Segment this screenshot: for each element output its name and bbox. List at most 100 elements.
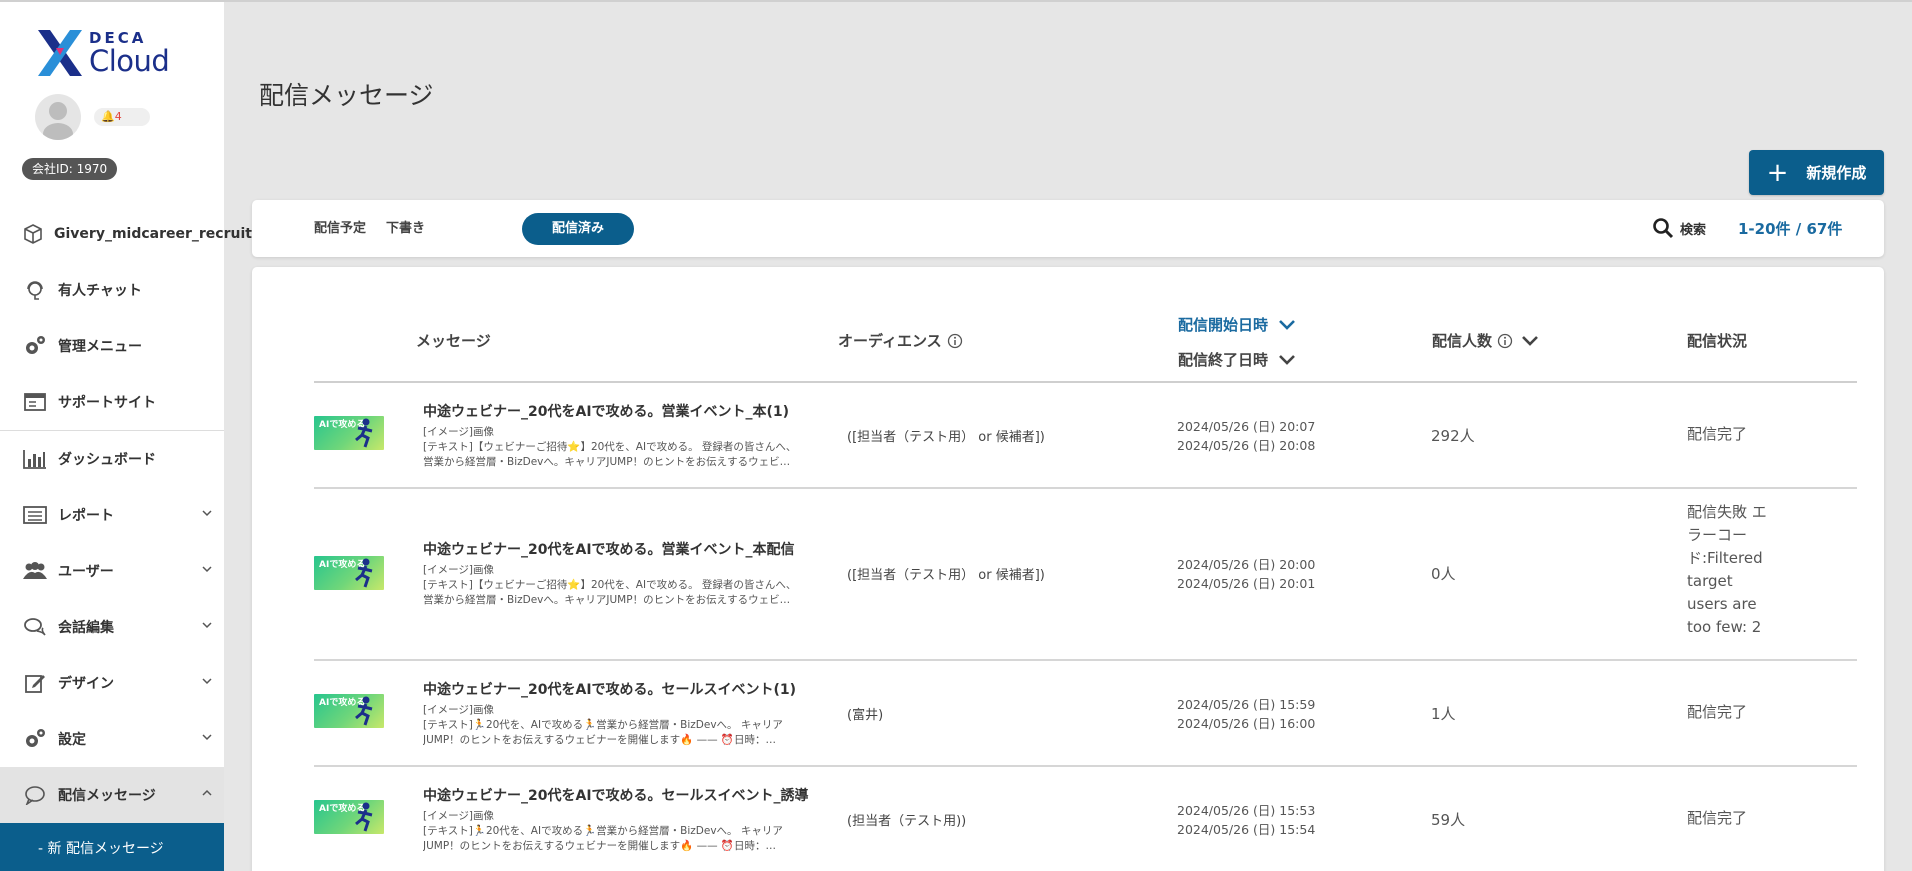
message-line: [イメージ]画像 <box>423 810 494 822</box>
pagination-count: 1-20件 / 67件 <box>1738 220 1843 238</box>
chevron-down-icon <box>202 678 212 685</box>
header-count-label: 配信人数 <box>1432 332 1493 350</box>
header-end-date[interactable]: 配信終了日時 <box>1178 349 1296 370</box>
message-cell: 中途ウェビナー_20代をAIで攻める。セールスイベント_誘導 [イメージ]画像 … <box>423 785 823 854</box>
header-count[interactable]: 配信人数 <box>1432 330 1539 351</box>
sidebar-item-design[interactable]: デザイン <box>0 655 224 711</box>
message-line: JUMP！のヒントをお伝えするウェビナーを開催します🔥 —— ⏰日時：… <box>423 840 776 852</box>
table-row[interactable]: AIで攻める 中途ウェビナー_20代をAIで攻める。営業イベント_本配信 [イメ… <box>314 489 1857 661</box>
gears-icon <box>22 726 48 752</box>
chevron-down-icon <box>202 566 212 573</box>
sidebar-item-conversation[interactable]: 会話編集 <box>0 599 224 655</box>
sidebar-item-report[interactable]: レポート <box>0 487 224 543</box>
message-line: [テキスト]🏃20代を、AIで攻める🏃営業から経営層・BizDevへ。 キャリア <box>423 825 783 837</box>
sidebar-item-label: 設定 <box>58 732 86 748</box>
message-thumbnail: AIで攻める <box>314 800 384 834</box>
user-silhouette-icon <box>43 102 73 140</box>
tab-scheduled[interactable]: 配信予定 <box>300 213 380 245</box>
sidebar-subitem-new-broadcast[interactable]: - 新 配信メッセージ <box>0 823 224 871</box>
sidebar-item-broadcast[interactable]: 配信メッセージ <box>0 767 224 823</box>
message-line: [テキスト]【ウェビナーご招待⭐】20代を、AIで攻める。 登録者の皆さんへ、 <box>423 579 797 591</box>
message-line: [イメージ]画像 <box>423 704 494 716</box>
logo-cloud: Cloud <box>89 43 170 78</box>
table-row[interactable]: AIで攻める 中途ウェビナー_20代をAIで攻める。セールスイベント_誘導 [イ… <box>314 767 1857 871</box>
status-cell: 配信完了 <box>1687 703 1748 721</box>
end-date: 2024/05/26 (日) 15:54 <box>1177 822 1316 837</box>
status-cell: 配信完了 <box>1687 425 1748 443</box>
table-row[interactable]: AIで攻める 中途ウェビナー_20代をAIで攻める。セールスイベント(1) [イ… <box>314 661 1857 767</box>
message-cell: 中途ウェビナー_20代をAIで攻める。営業イベント_本(1) [イメージ]画像 … <box>423 401 823 470</box>
runner-figure-icon <box>355 558 373 588</box>
avatar[interactable] <box>35 94 81 140</box>
search-label: 検索 <box>1680 222 1707 238</box>
tab-drafts[interactable]: 下書き <box>372 213 439 245</box>
sidebar-item-label: 会話編集 <box>58 620 114 636</box>
end-date: 2024/05/26 (日) 20:08 <box>1177 438 1316 453</box>
notification-badge[interactable]: 🔔4 <box>94 108 150 126</box>
header-audience-label: オーディエンス <box>838 332 942 350</box>
date-cell: 2024/05/26 (日) 15:53 2024/05/26 (日) 15:5… <box>1177 801 1315 839</box>
sidebar-item-bot[interactable]: Givery_midcareer_recruit <box>0 206 252 262</box>
header-audience: オーディエンス <box>838 330 963 351</box>
runner-figure-icon <box>355 696 373 726</box>
header-message: メッセージ <box>416 332 491 350</box>
sidebar-item-admin[interactable]: 管理メニュー <box>0 318 224 374</box>
top-border <box>0 0 1912 2</box>
report-icon <box>22 502 48 528</box>
message-cell: 中途ウェビナー_20代をAIで攻める。営業イベント_本配信 [イメージ]画像 [… <box>423 539 823 608</box>
info-icon[interactable] <box>1497 333 1513 349</box>
speech-bubble-icon <box>22 782 48 808</box>
recipient-count: 0人 <box>1431 565 1456 583</box>
tab-bar: 配信予定 下書き 配信済み 検索 1-20件 / 67件 <box>252 200 1884 257</box>
table-row[interactable]: AIで攻める 中途ウェビナー_20代をAIで攻める。営業イベント_本(1) [イ… <box>314 383 1857 489</box>
date-cell: 2024/05/26 (日) 15:59 2024/05/26 (日) 16:0… <box>1177 695 1315 733</box>
info-icon[interactable] <box>947 333 963 349</box>
status-cell: 配信失敗 エラーコード:Filtered target users are to… <box>1687 503 1767 636</box>
sidebar-nav: Givery_midcareer_recruit 有人チャット 管理メニュー サ… <box>0 206 252 871</box>
sidebar-item-chat[interactable]: 有人チャット <box>0 262 224 318</box>
sidebar: DECA Cloud 🔔4 会社ID: 1970 Givery_midcaree… <box>0 2 252 871</box>
message-table-card: メッセージ オーディエンス 配信開始日時 配信終了日時 配信人数 配信状況 AI… <box>252 267 1884 871</box>
sidebar-item-settings[interactable]: 設定 <box>0 711 224 767</box>
headset-icon <box>22 277 48 303</box>
gears-icon <box>22 333 48 359</box>
chevron-down-icon <box>1279 319 1295 330</box>
tab-sent[interactable]: 配信済み <box>522 213 634 245</box>
cube-icon <box>22 221 44 247</box>
sidebar-item-label: レポート <box>58 508 114 524</box>
new-create-button[interactable]: + 新規作成 <box>1749 150 1884 195</box>
status-cell: 配信完了 <box>1687 809 1748 827</box>
runner-figure-icon <box>355 418 373 448</box>
message-line: [テキスト]【ウェビナーご招待⭐】20代を、AIで攻める。 登録者の皆さんへ、 <box>423 441 797 453</box>
sidebar-item-dashboard[interactable]: ダッシュボード <box>0 431 224 487</box>
message-line: 営業から経営層・BizDevへ。キャリアJUMP！のヒントをお伝えするウェビ… <box>423 594 791 606</box>
audience-cell: ([担当者（テスト用） or 候補者]) <box>847 568 1045 583</box>
message-title: 中途ウェビナー_20代をAIで攻める。セールスイベント_誘導 <box>423 788 809 804</box>
sidebar-item-label: 有人チャット <box>58 283 142 299</box>
chevron-down-icon <box>1279 354 1295 365</box>
header-status: 配信状況 <box>1687 332 1748 350</box>
message-line: 営業から経営層・BizDevへ。キャリアJUMP！のヒントをお伝えするウェビ… <box>423 456 791 468</box>
header-start-date[interactable]: 配信開始日時 <box>1178 314 1296 335</box>
users-icon <box>22 558 48 584</box>
message-title: 中途ウェビナー_20代をAIで攻める。セールスイベント(1) <box>423 682 797 698</box>
page-title: 配信メッセージ <box>259 81 434 110</box>
chevron-down-icon <box>1522 335 1538 346</box>
search-button[interactable]: 検索 <box>1652 217 1706 239</box>
chevron-up-icon <box>202 789 212 796</box>
company-id-badge: 会社ID: 1970 <box>22 158 118 180</box>
message-title: 中途ウェビナー_20代をAIで攻める。営業イベント_本(1) <box>423 404 790 420</box>
notification-count: 4 <box>114 110 122 123</box>
message-thumbnail: AIで攻める <box>314 694 384 728</box>
header-end-label: 配信終了日時 <box>1178 351 1269 369</box>
sidebar-item-users[interactable]: ユーザー <box>0 543 224 599</box>
sidebar-item-label: ユーザー <box>58 564 114 580</box>
end-date: 2024/05/26 (日) 16:00 <box>1177 716 1316 731</box>
browser-icon <box>22 389 48 415</box>
date-cell: 2024/05/26 (日) 20:07 2024/05/26 (日) 20:0… <box>1177 417 1315 455</box>
logo[interactable]: DECA Cloud <box>36 28 170 78</box>
message-thumbnail: AIで攻める <box>314 416 384 450</box>
sidebar-item-label: ダッシュボード <box>58 452 156 468</box>
message-line: [イメージ]画像 <box>423 564 494 576</box>
sidebar-item-support[interactable]: サポートサイト <box>0 374 224 430</box>
